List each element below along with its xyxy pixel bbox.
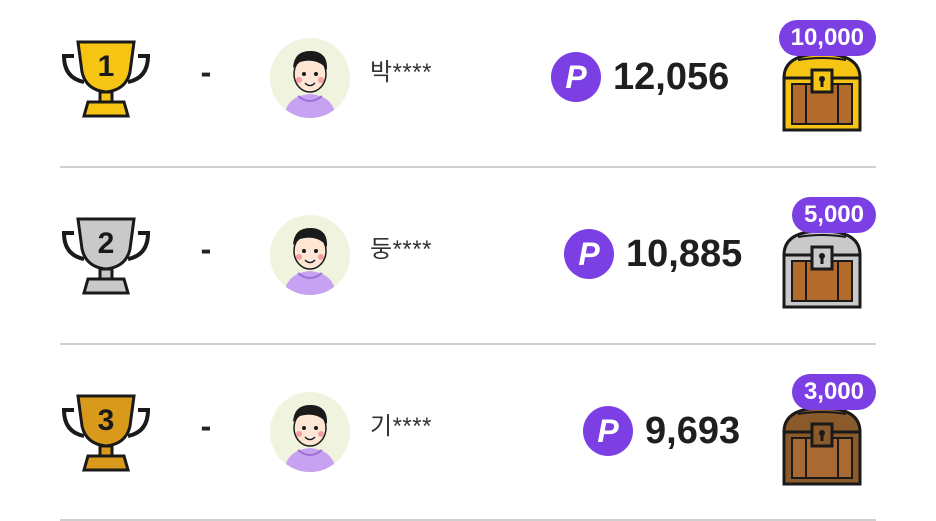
- points-value: 12,056: [613, 56, 730, 98]
- p-point-icon: P: [551, 52, 601, 102]
- avatar: [270, 215, 350, 295]
- points-display: P 10,885: [564, 229, 742, 279]
- points-display: P 9,693: [583, 406, 740, 456]
- ranking-board: 1 - 박**** P 12,056 10,000 2 - 둥**** P 10…: [0, 0, 936, 521]
- bronze-trophy-icon: 3: [62, 394, 150, 472]
- reward: 3,000: [764, 374, 876, 494]
- trophy-rank-number: 3: [98, 404, 115, 437]
- gold-treasure-chest-icon: [782, 52, 862, 132]
- ranking-row: 2 - 둥**** P 10,885 5,000: [0, 177, 936, 343]
- svg-text:P: P: [578, 236, 600, 272]
- points-value: 9,693: [645, 410, 741, 452]
- avatar: [270, 38, 350, 118]
- reward: 5,000: [764, 197, 876, 317]
- username: 박****: [370, 59, 432, 86]
- p-point-icon: P: [564, 229, 614, 279]
- gold-trophy-icon: 1: [62, 40, 150, 118]
- svg-text:P: P: [565, 59, 587, 95]
- user-avatar-icon: [270, 215, 350, 295]
- rank-change: -: [200, 54, 212, 90]
- svg-text:P: P: [597, 413, 619, 449]
- rank-change: -: [200, 408, 212, 444]
- reward: 10,000: [764, 20, 876, 140]
- silver-treasure-chest-icon: [782, 229, 862, 309]
- bronze-treasure-chest-icon: [782, 406, 862, 486]
- ranking-row: 1 - 박**** P 12,056 10,000: [0, 0, 936, 166]
- ranking-row: 3 - 기**** P 9,693 3,000: [0, 354, 936, 520]
- username: 기****: [370, 413, 432, 440]
- username: 둥****: [370, 236, 432, 263]
- rank-change: -: [200, 231, 212, 267]
- points-display: P 12,056: [551, 52, 729, 102]
- user-avatar-icon: [270, 392, 350, 472]
- reward-badge: 10,000: [778, 20, 876, 56]
- p-point-icon: P: [583, 406, 633, 456]
- silver-trophy-icon: 2: [62, 217, 150, 295]
- trophy-rank-number: 1: [98, 50, 115, 83]
- row-divider: [60, 166, 876, 168]
- avatar: [270, 392, 350, 472]
- row-divider: [60, 343, 876, 345]
- trophy-rank-number: 2: [98, 227, 115, 260]
- reward-badge: 5,000: [791, 197, 876, 233]
- user-avatar-icon: [270, 38, 350, 118]
- points-value: 10,885: [626, 233, 743, 275]
- reward-badge: 3,000: [791, 374, 876, 410]
